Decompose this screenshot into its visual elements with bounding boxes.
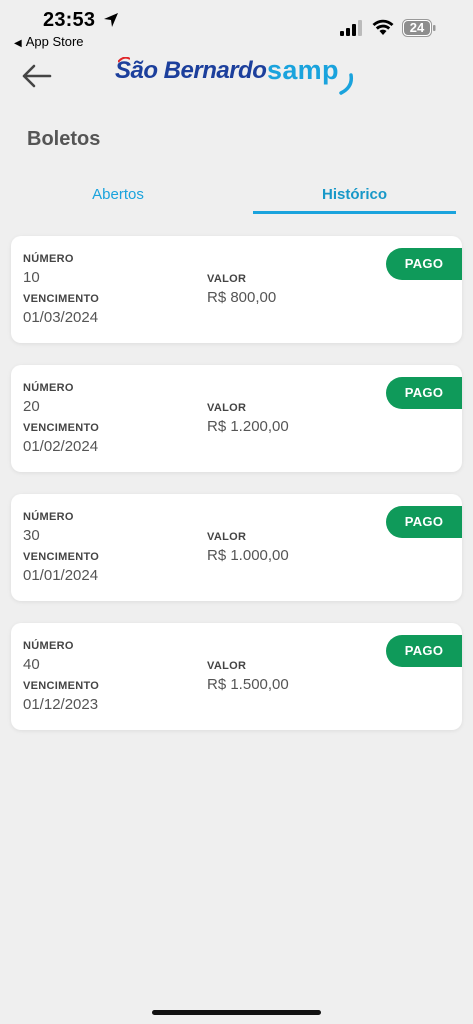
valor-label: VALOR (207, 273, 247, 285)
clock: 23:53 (43, 9, 96, 31)
status-badge: PAGO (386, 635, 462, 667)
sao-bernardo-samp-logo: São Bernardo samp (115, 55, 360, 97)
logo-text-samp: samp (267, 55, 339, 85)
valor-value: R$ 1.200,00 (207, 418, 289, 435)
vencimento-value: 01/02/2024 (23, 438, 99, 455)
active-tab-indicator (253, 211, 456, 214)
status-badge: PAGO (386, 248, 462, 280)
vencimento-label: VENCIMENTO (23, 680, 100, 692)
tab-abertos[interactable]: Abertos (18, 186, 218, 216)
valor-label: VALOR (207, 660, 247, 672)
valor-label: VALOR (207, 531, 247, 543)
numero-label: NÚMERO (23, 511, 74, 523)
boleto-card[interactable]: NÚMERO 10 VENCIMENTO 01/03/2024 VALOR R$… (11, 236, 462, 343)
home-indicator[interactable] (152, 1010, 321, 1015)
vencimento-label: VENCIMENTO (23, 293, 100, 305)
location-arrow-icon (104, 13, 118, 27)
vencimento-value: 01/01/2024 (23, 567, 99, 584)
numero-value: 20 (23, 398, 40, 415)
cellular-signal-icon (340, 20, 362, 36)
valor-value: R$ 1.000,00 (207, 547, 289, 564)
valor-label: VALOR (207, 402, 247, 414)
page-title: Boletos (27, 128, 101, 150)
status-badge: PAGO (386, 506, 462, 538)
valor-value: R$ 1.500,00 (207, 676, 289, 693)
battery-level: 24 (409, 20, 425, 35)
vencimento-label: VENCIMENTO (23, 551, 100, 563)
vencimento-value: 01/12/2023 (23, 696, 99, 713)
back-app-label: App Store (25, 34, 84, 49)
status-badge: PAGO (386, 377, 462, 409)
numero-label: NÚMERO (23, 640, 74, 652)
wifi-icon (372, 19, 394, 35)
valor-value: R$ 800,00 (207, 289, 277, 306)
logo-text-sao-bernardo: São Bernardo (115, 57, 267, 84)
numero-label: NÚMERO (23, 382, 74, 394)
vencimento-value: 01/03/2024 (23, 309, 99, 326)
back-triangle-icon: ◀ (14, 38, 22, 49)
numero-value: 40 (23, 656, 40, 673)
boleto-card[interactable]: NÚMERO 30 VENCIMENTO 01/01/2024 VALOR R$… (11, 494, 462, 601)
numero-value: 30 (23, 527, 40, 544)
vencimento-label: VENCIMENTO (23, 422, 100, 434)
status-bar: 23:53 ◀ App Store 24 (0, 0, 473, 55)
numero-value: 10 (23, 269, 40, 286)
boleto-card[interactable]: NÚMERO 20 VENCIMENTO 01/02/2024 VALOR R$… (11, 365, 462, 472)
numero-label: NÚMERO (23, 253, 74, 265)
back-arrow-button[interactable] (18, 58, 58, 94)
back-to-app-store-link[interactable]: ◀ App Store (14, 34, 84, 49)
boleto-card[interactable]: NÚMERO 40 VENCIMENTO 01/12/2023 VALOR R$… (11, 623, 462, 730)
logo-swoosh-mark (339, 73, 354, 95)
